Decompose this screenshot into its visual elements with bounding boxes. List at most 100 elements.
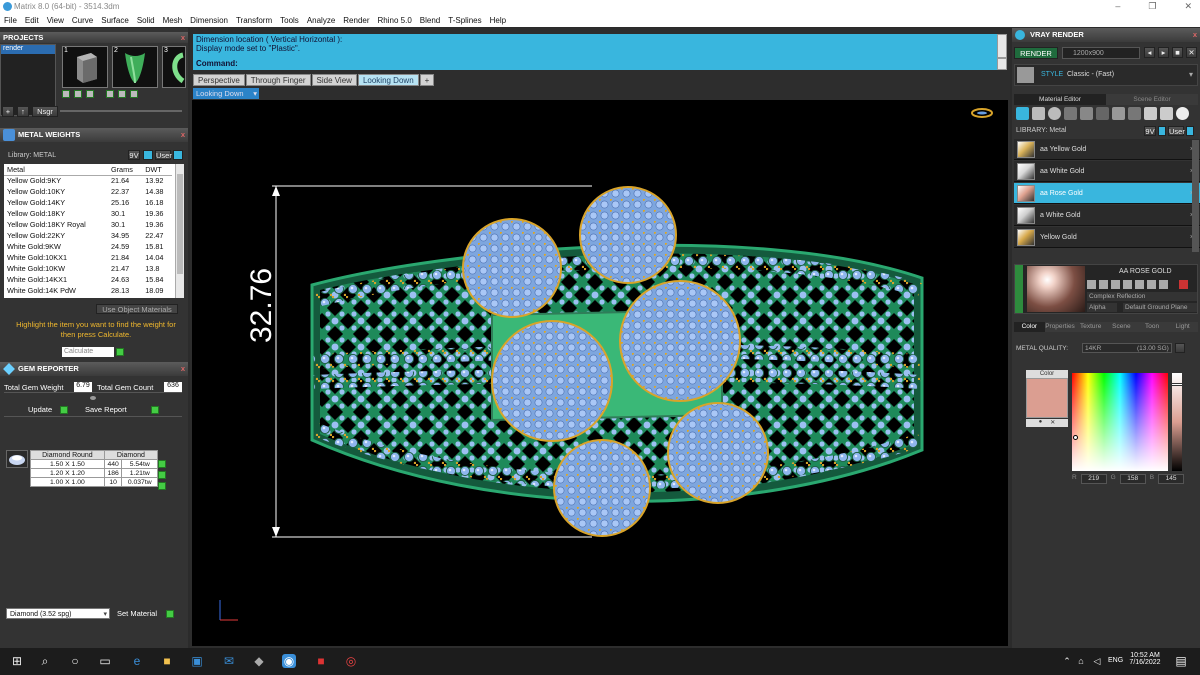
gem-row[interactable]: 1.00 X 1.00 10 0.037tw (30, 477, 158, 487)
table-row[interactable]: White Gold:14KX1 24.63 15.84 (4, 274, 172, 285)
table-row[interactable]: Yellow Gold:10KY 22.37 14.38 (4, 186, 172, 197)
close-icon[interactable]: x (181, 128, 185, 142)
close-button[interactable]: ✕ (1184, 1, 1192, 12)
thumb-btn[interactable] (118, 90, 126, 98)
material-tool-icon[interactable] (1096, 107, 1109, 120)
tab-scene-editor[interactable]: Scene Editor (1106, 94, 1198, 105)
color-picker-cursor[interactable] (1073, 435, 1078, 440)
subtab-color[interactable]: Color (1014, 322, 1045, 332)
table-row[interactable]: Yellow Gold:18KY 30.1 19.36 (4, 208, 172, 219)
thumb-btn[interactable] (62, 90, 70, 98)
menu-curve[interactable]: Curve (72, 16, 93, 25)
cortana-icon[interactable]: ○ (68, 654, 82, 668)
table-row[interactable]: Yellow Gold:22KY 34.95 22.47 (4, 230, 172, 241)
menu-transform[interactable]: Transform (236, 16, 272, 25)
set-material-button[interactable]: Set Material (117, 609, 157, 618)
subtab-texture[interactable]: Texture (1075, 322, 1107, 332)
reflection-select[interactable]: Complex Reflection (1087, 292, 1197, 301)
gem-type-select[interactable]: Diamond (3.52 spg) ▾ (6, 608, 110, 619)
command-dropdown[interactable] (997, 58, 1007, 70)
metal-lib-9v-button[interactable]: 9V (128, 150, 140, 160)
render-button[interactable]: RENDER (1014, 47, 1058, 59)
viewport-title-dropdown[interactable]: Looking Down ▾ (193, 88, 259, 99)
file-explorer-icon[interactable]: ■ (160, 654, 174, 668)
table-row[interactable]: Yellow Gold:14KY 25.16 16.18 (4, 197, 172, 208)
calculate-button[interactable]: Calculate (62, 347, 114, 357)
chrome-icon[interactable]: ◎ (344, 654, 358, 668)
save-report-go-icon[interactable] (151, 406, 159, 414)
table-row[interactable]: Yellow Gold:18KY Royal 30.1 19.36 (4, 219, 172, 230)
command-input[interactable]: Command: (193, 58, 997, 70)
color-picker-field[interactable] (1072, 373, 1168, 471)
menu-tsplines[interactable]: T-Splines (448, 16, 481, 25)
thumb-btn[interactable] (86, 90, 94, 98)
menu-analyze[interactable]: Analyze (307, 16, 335, 25)
menu-help[interactable]: Help (490, 16, 506, 25)
table-row[interactable]: Yellow Gold:9KY 21.64 13.92 (4, 175, 172, 186)
store-icon[interactable]: ▣ (190, 654, 204, 668)
vray-lib-info-button[interactable] (1158, 126, 1166, 136)
tab-perspective[interactable]: Perspective (193, 74, 245, 86)
gem-row[interactable]: 1.20 X 1.20 186 1.21tw (30, 468, 158, 478)
menu-dimension[interactable]: Dimension (190, 16, 228, 25)
use-object-materials-checkbox[interactable]: Use Object Materials (96, 304, 178, 314)
update-button[interactable]: Update (28, 405, 52, 414)
eyedropper-icon[interactable]: ● (1039, 419, 1043, 427)
gem-row[interactable]: 1.50 X 1.50 440 5.54tw (30, 459, 158, 469)
material-tool-icon[interactable] (1032, 107, 1045, 120)
tray-chevron-icon[interactable]: ⌃ (1060, 654, 1074, 668)
brightness-slider[interactable] (1171, 373, 1183, 471)
menu-solid[interactable]: Solid (137, 16, 155, 25)
metal-lib-user-button[interactable]: User (155, 150, 172, 160)
prev-icon[interactable]: ◂ (1144, 47, 1155, 58)
red-input[interactable]: 219 (1080, 474, 1107, 484)
menu-tools[interactable]: Tools (280, 16, 299, 25)
language-indicator[interactable]: ENG (1108, 657, 1123, 664)
command-history-scrollbar[interactable] (997, 34, 1007, 58)
material-tool-icon[interactable] (1160, 107, 1173, 120)
material-tool-icon[interactable] (1128, 107, 1141, 120)
menu-edit[interactable]: Edit (25, 16, 39, 25)
notifications-icon[interactable]: ▤ (1174, 654, 1188, 668)
project-thumb-3[interactable]: 3 (162, 46, 186, 88)
material-item[interactable]: aa Yellow Gold× (1014, 139, 1200, 160)
matrix-app-icon[interactable]: ◉ (282, 654, 296, 668)
minimize-button[interactable]: – (1115, 1, 1120, 12)
add-tab-button[interactable]: + (419, 74, 435, 86)
viewport[interactable]: 32.76 (192, 100, 1008, 646)
metal-table-scrollbar[interactable] (175, 164, 184, 298)
vray-lib-user-button[interactable]: User (1168, 126, 1185, 136)
vray-lib-9v-button[interactable]: 9V (1144, 126, 1156, 136)
gem-row-go-icon[interactable] (158, 471, 166, 479)
menu-render[interactable]: Render (343, 16, 369, 25)
task-view-icon[interactable]: ▭ (98, 654, 112, 668)
preview-tool-icon[interactable] (1147, 280, 1156, 289)
material-tool-icon[interactable] (1144, 107, 1157, 120)
table-row[interactable]: White Gold:10KX1 21.84 14.04 (4, 252, 172, 263)
preview-tool-icon[interactable] (1087, 280, 1096, 289)
network-icon[interactable]: ⌂ (1074, 654, 1088, 668)
table-row[interactable]: White Gold:9KW 24.59 15.81 (4, 241, 172, 252)
calculate-go-icon[interactable] (116, 348, 124, 356)
tab-material-editor[interactable]: Material Editor (1014, 94, 1106, 105)
menu-file[interactable]: File (4, 16, 17, 25)
project-item-render[interactable]: render (1, 45, 55, 54)
metal-lib-info2-button[interactable] (173, 150, 183, 160)
search-icon[interactable]: ⌕ (38, 654, 52, 668)
add-project-button[interactable]: + (2, 106, 14, 117)
table-row[interactable]: White Gold:14K PdW 28.13 18.09 (4, 285, 172, 296)
mail-icon[interactable]: ✉ (222, 654, 236, 668)
windows-start-icon[interactable]: ⊞ (10, 654, 24, 668)
tools-icon[interactable]: ✕ (1186, 47, 1197, 58)
rhino-icon[interactable]: ◆ (252, 654, 266, 668)
preview-toggle[interactable] (1015, 265, 1023, 313)
menu-blend[interactable]: Blend (420, 16, 440, 25)
update-go-icon[interactable] (60, 406, 68, 414)
preview-tool-icon[interactable] (1135, 280, 1144, 289)
thumb-btn[interactable] (130, 90, 138, 98)
tab-looking-down[interactable]: Looking Down (357, 74, 419, 86)
save-report-button[interactable]: Save Report (85, 405, 127, 414)
volume-icon[interactable]: ◁ (1090, 654, 1104, 668)
app-icon[interactable]: ■ (314, 654, 328, 668)
gem-slider[interactable] (4, 394, 182, 400)
